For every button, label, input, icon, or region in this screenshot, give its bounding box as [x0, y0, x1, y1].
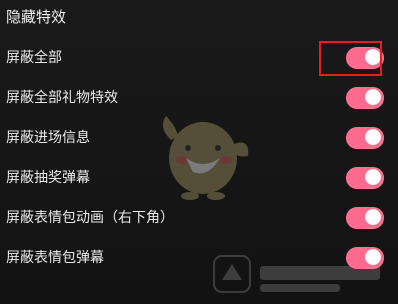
- setting-row-hide-all: 屏蔽全部: [0, 38, 398, 78]
- toggle-knob: [365, 249, 381, 265]
- setting-row-hide-entry-info: 屏蔽进场信息: [0, 118, 398, 158]
- settings-screen: 隐藏特效 屏蔽全部 屏蔽全部礼物特效 屏蔽进场信息 屏蔽抽奖弹幕 屏蔽表情包动画…: [0, 0, 398, 304]
- setting-label: 屏蔽全部礼物特效: [6, 90, 118, 106]
- setting-row-hide-lottery-danmaku: 屏蔽抽奖弹幕: [0, 158, 398, 198]
- setting-row-hide-sticker-danmaku: 屏蔽表情包弹幕: [0, 238, 398, 278]
- settings-list: 屏蔽全部 屏蔽全部礼物特效 屏蔽进场信息 屏蔽抽奖弹幕 屏蔽表情包动画（右下角）…: [0, 38, 398, 278]
- setting-label: 屏蔽抽奖弹幕: [6, 170, 90, 186]
- section-title: 隐藏特效: [6, 8, 67, 26]
- hide-lottery-danmaku-toggle[interactable]: [346, 167, 384, 189]
- toggle-knob: [365, 129, 381, 145]
- hide-entry-info-toggle[interactable]: [346, 127, 384, 149]
- toggle-knob: [365, 89, 381, 105]
- hide-sticker-animation-toggle[interactable]: [346, 207, 384, 229]
- setting-row-hide-sticker-animation: 屏蔽表情包动画（右下角）: [0, 198, 398, 238]
- toggle-knob: [365, 49, 381, 65]
- setting-row-hide-gift-effects: 屏蔽全部礼物特效: [0, 78, 398, 118]
- hide-gift-effects-toggle[interactable]: [346, 87, 384, 109]
- setting-label: 屏蔽全部: [6, 50, 62, 66]
- hide-all-toggle[interactable]: [346, 47, 384, 69]
- setting-label: 屏蔽进场信息: [6, 130, 90, 146]
- toggle-knob: [365, 169, 381, 185]
- setting-label: 屏蔽表情包弹幕: [6, 250, 104, 266]
- hide-sticker-danmaku-toggle[interactable]: [346, 247, 384, 269]
- toggle-knob: [365, 209, 381, 225]
- setting-label: 屏蔽表情包动画（右下角）: [6, 210, 174, 226]
